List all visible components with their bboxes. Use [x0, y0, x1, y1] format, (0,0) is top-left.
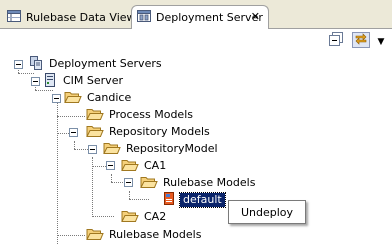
tree-node-cim-server[interactable]: CIM Server — [42, 72, 123, 91]
tree-node-label: RepositoryModel — [126, 142, 218, 155]
collapse-toggle[interactable] — [31, 77, 40, 86]
deployment-server-view-icon — [136, 8, 152, 27]
tree-node-label: Candice — [87, 91, 132, 104]
tree-guide-line — [74, 149, 88, 150]
tree-node-rulebase-models[interactable]: Rulebase Models — [86, 227, 201, 243]
deployment-tree: Deployment Servers CIM Server Candice Pr… — [0, 51, 392, 245]
tree-guide-line — [129, 199, 149, 200]
link-with-editor-icon — [354, 32, 368, 49]
tree-guide-line — [111, 182, 125, 183]
open-folder-icon — [86, 107, 104, 124]
tree-node-default[interactable]: default — [162, 191, 226, 210]
tab-label: Rulebase Data View — [26, 10, 136, 24]
collapse-toggle[interactable] — [88, 145, 97, 154]
tree-node-label: Rulebase Models — [163, 176, 256, 189]
tree-node-ca1[interactable]: CA1 — [121, 158, 166, 174]
collapse-all-button[interactable] — [327, 31, 345, 50]
close-icon[interactable]: ✕ — [251, 11, 260, 23]
context-menu: Undeploy — [228, 200, 306, 224]
open-folder-icon — [64, 90, 82, 107]
tree-guide-line — [57, 133, 69, 134]
tree-node-candice[interactable]: Candice — [64, 90, 131, 106]
tree-node-ca2[interactable]: CA2 — [121, 209, 166, 225]
collapse-toggle[interactable] — [14, 60, 23, 69]
tree-node-label: Process Models — [109, 108, 193, 121]
collapse-toggle[interactable] — [124, 178, 133, 187]
collapse-all-icon — [328, 31, 344, 50]
tree-guide-line — [57, 116, 85, 117]
tree-guide-line — [57, 99, 58, 244]
tree-guide-line — [74, 141, 75, 149]
tab-label: Deployment Server — [156, 11, 263, 24]
collapse-toggle[interactable] — [52, 94, 61, 103]
rulebase-icon — [162, 191, 176, 210]
tree-guide-line — [92, 216, 114, 217]
collapse-toggle[interactable] — [69, 128, 78, 137]
tab-deployment-server[interactable]: Deployment Server ✕ — [131, 5, 269, 29]
open-folder-icon — [121, 209, 139, 226]
open-folder-icon — [86, 124, 104, 141]
open-folder-icon — [103, 141, 121, 158]
tree-node-label: CA1 — [144, 159, 167, 172]
tree-node-repositorymodel[interactable]: RepositoryModel — [103, 141, 218, 157]
tree-node-deployment-servers[interactable]: Deployment Servers — [28, 55, 162, 72]
tree-guide-line — [111, 174, 112, 182]
tree-node-label: Rulebase Models — [109, 228, 202, 241]
tree-guide-line — [129, 191, 130, 199]
tree-node-label: CA2 — [144, 210, 167, 223]
open-folder-icon — [86, 227, 104, 244]
tab-rulebase-data-view[interactable]: Rulebase Data View — [2, 6, 136, 28]
tree-node-repository-models[interactable]: Repository Models — [86, 124, 210, 140]
open-folder-icon — [121, 158, 139, 175]
tree-node-label: Deployment Servers — [49, 57, 162, 70]
view-toolbar: ▼ — [0, 29, 392, 51]
tree-node-rulebase-models-inner[interactable]: Rulebase Models — [140, 175, 255, 191]
open-folder-icon — [140, 175, 158, 192]
view-tab-bar: Rulebase Data View Deployment Server ✕ — [0, 0, 392, 29]
collapse-toggle[interactable] — [106, 161, 115, 170]
tree-node-process-models[interactable]: Process Models — [86, 107, 193, 123]
rulebase-view-icon — [6, 8, 22, 27]
tree-node-label: CIM Server — [63, 74, 123, 87]
link-with-editor-button[interactable] — [352, 32, 370, 48]
tree-guide-line — [57, 235, 85, 236]
tree-guide-line — [92, 166, 106, 167]
tree-node-label: default — [179, 192, 226, 208]
server-icon — [42, 72, 58, 91]
view-menu-icon[interactable]: ▼ — [372, 34, 390, 50]
menu-item-undeploy[interactable]: Undeploy — [241, 206, 293, 219]
tree-node-label: Repository Models — [109, 125, 210, 138]
